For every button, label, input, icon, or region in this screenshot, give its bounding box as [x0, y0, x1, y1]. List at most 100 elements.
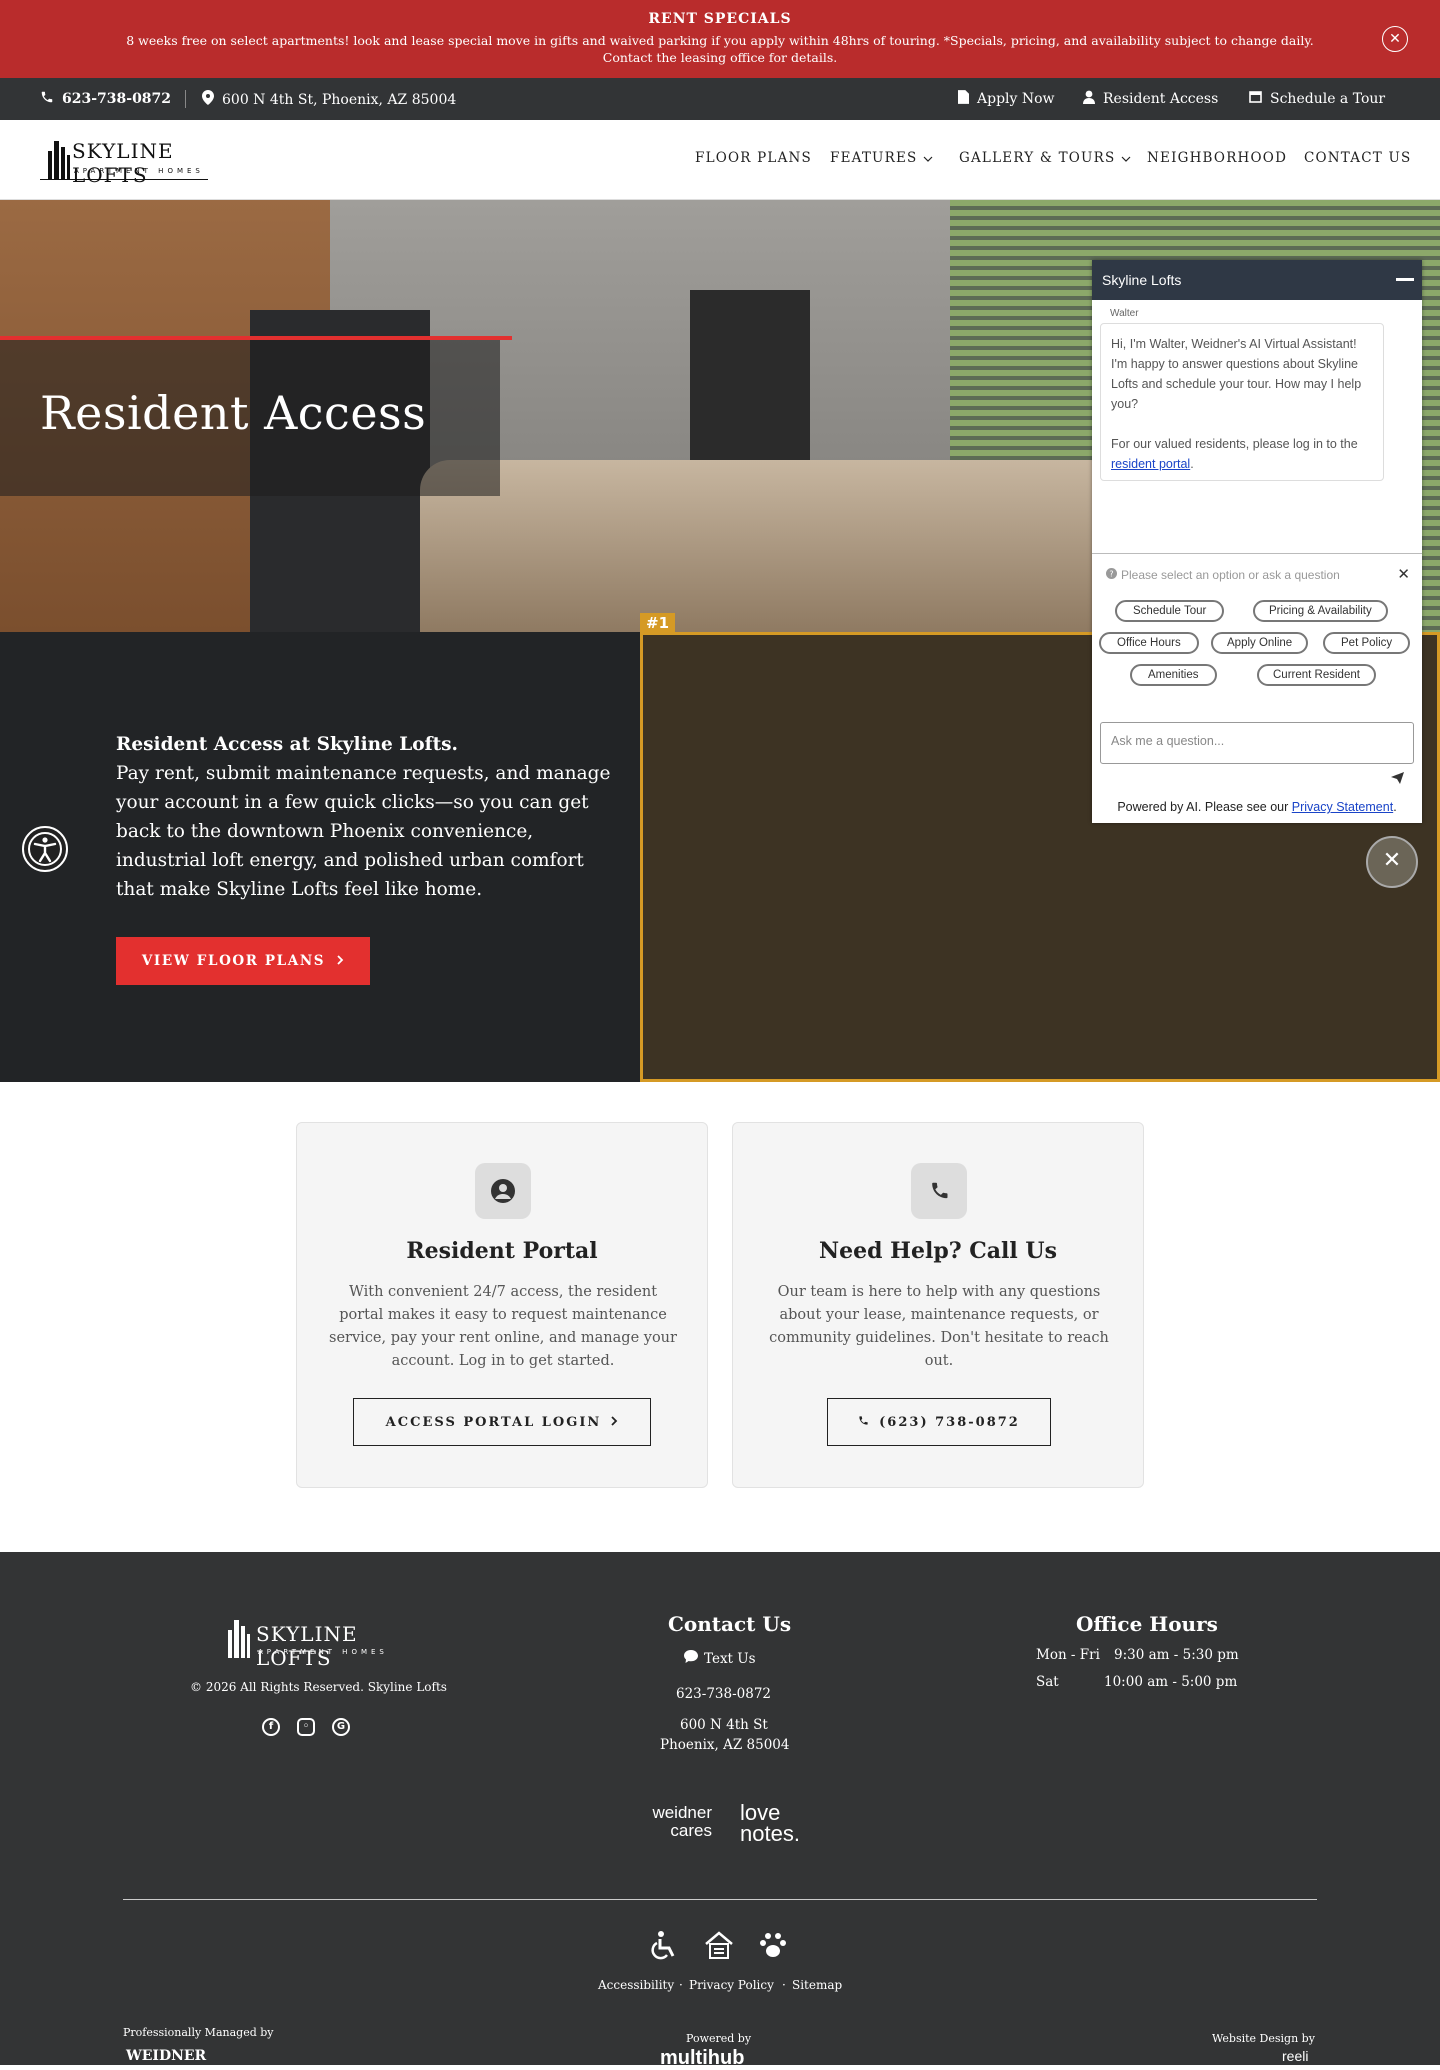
- chat-prompt: ? Please select an option or ask a quest…: [1106, 568, 1340, 582]
- location-pin-icon: [202, 90, 214, 109]
- chevron-right-icon: [337, 953, 344, 969]
- chevron-down-icon: [923, 150, 933, 166]
- footer-link-sitemap[interactable]: Sitemap: [792, 1978, 842, 1992]
- site-logo[interactable]: SKYLINE LOFTS APARTMENT HOMES: [40, 137, 210, 187]
- footer-address-1: 600 N 4th St: [680, 1717, 768, 1733]
- hero-photo-counter: [420, 460, 1120, 632]
- intro-text: Resident Access at Skyline Lofts. Pay re…: [116, 730, 626, 904]
- love-notes-badge[interactable]: love notes.: [740, 1802, 820, 1846]
- logo-name: SKYLINE LOFTS: [256, 1622, 358, 1670]
- instagram-icon[interactable]: ◦: [297, 1718, 315, 1736]
- hours-time: 10:00 am - 5:00 pm: [1104, 1674, 1238, 1690]
- nav-label: FEATURES: [830, 150, 918, 166]
- resident-access-link[interactable]: Resident Access: [1083, 90, 1218, 108]
- nav-features[interactable]: FEATURES: [830, 150, 933, 166]
- hours-title: Office Hours: [1076, 1612, 1218, 1636]
- hours-time: 9:30 am - 5:30 pm: [1114, 1647, 1239, 1663]
- chat-close-button[interactable]: ✕: [1366, 836, 1418, 888]
- close-icon[interactable]: ✕: [1382, 26, 1408, 52]
- nav-neighborhood[interactable]: NEIGHBORHOOD: [1147, 150, 1287, 166]
- button-label: (623) 738-0872: [879, 1414, 1020, 1430]
- apply-now-label: Apply Now: [977, 91, 1055, 107]
- access-portal-login-button[interactable]: ACCESS PORTAL LOGIN: [353, 1398, 651, 1446]
- google-icon[interactable]: G: [332, 1718, 350, 1736]
- phone-icon: [40, 90, 54, 108]
- chat-message: Hi, I'm Walter, Weidner's AI Virtual Ass…: [1100, 323, 1384, 481]
- option-apply-online[interactable]: Apply Online: [1211, 632, 1309, 654]
- promo-title: RENT SPECIALS: [648, 11, 792, 27]
- view-floor-plans-button[interactable]: VIEW FLOOR PLANS: [116, 937, 370, 985]
- nav-label: NEIGHBORHOOD: [1147, 150, 1288, 166]
- chat-header: Skyline Lofts: [1092, 260, 1422, 300]
- chevron-down-icon: [1121, 150, 1131, 166]
- card-body: Our team is here to help with any questi…: [769, 1284, 1109, 1369]
- reeli-logo[interactable]: reeli: [1282, 2048, 1308, 2064]
- card-body: With convenient 24/7 access, the residen…: [329, 1284, 677, 1369]
- nav-floor-plans[interactable]: FLOOR PLANS: [695, 150, 812, 166]
- footer-logo[interactable]: SKYLINE LOFTS APARTMENT HOMES: [212, 1618, 398, 1670]
- privacy-statement-link[interactable]: Privacy Statement: [1292, 800, 1393, 814]
- weidner-logo[interactable]: WEIDNER: [126, 2048, 206, 2064]
- call-us-card: Need Help? Call Us Our team is here to h…: [732, 1122, 1144, 1488]
- address-text: 600 N 4th St, Phoenix, AZ 85004: [222, 91, 457, 108]
- resident-portal-link[interactable]: resident portal: [1111, 457, 1190, 471]
- powered-text: Powered by AI. Please see our: [1117, 800, 1289, 814]
- facebook-icon[interactable]: f: [262, 1718, 280, 1736]
- accessibility-icon[interactable]: [22, 826, 68, 872]
- chat-widget: Skyline Lofts Walter Hi, I'm Walter, Wei…: [1092, 260, 1422, 823]
- nav-gallery-tours[interactable]: GALLERY & TOURS: [959, 150, 1131, 166]
- button-label: VIEW FLOOR PLANS: [141, 953, 326, 969]
- send-icon[interactable]: [1391, 772, 1404, 787]
- footer-link-privacy[interactable]: Privacy Policy: [689, 1978, 774, 1992]
- hours-day: Mon - Fri: [1036, 1647, 1100, 1663]
- help-icon: ?: [1106, 568, 1117, 582]
- intro-heading: Resident Access at Skyline Lofts.: [116, 734, 458, 755]
- chat-sender: Walter: [1110, 308, 1139, 319]
- card-title: Need Help? Call Us: [819, 1238, 1057, 1264]
- close-icon[interactable]: ✕: [1397, 565, 1410, 583]
- separator: ·: [782, 1978, 786, 1992]
- document-icon: [958, 90, 969, 108]
- intro-body: Pay rent, submit maintenance requests, a…: [116, 763, 611, 900]
- phone-link[interactable]: 623-738-0872: [40, 90, 171, 108]
- chat-divider: [1092, 553, 1422, 554]
- option-office-hours[interactable]: Office Hours: [1099, 632, 1199, 654]
- button-label: ACCESS PORTAL LOGIN: [385, 1414, 602, 1430]
- address-link[interactable]: 600 N 4th St, Phoenix, AZ 85004: [202, 90, 456, 109]
- resident-access-label: Resident Access: [1103, 91, 1219, 107]
- skyline-logo-mark: [48, 141, 70, 179]
- logo-underline: [40, 179, 208, 180]
- option-current-resident[interactable]: Current Resident: [1257, 664, 1376, 686]
- chat-title: Skyline Lofts: [1102, 272, 1182, 288]
- nav-contact-us[interactable]: CONTACT US: [1304, 150, 1411, 166]
- footer-phone[interactable]: 623-738-0872: [676, 1686, 771, 1702]
- nav-label: GALLERY & TOURS: [959, 150, 1116, 166]
- minimize-icon[interactable]: [1396, 278, 1414, 281]
- contact-title: Contact Us: [668, 1612, 792, 1636]
- chat-footer: Powered by AI. Please see our Privacy St…: [1117, 800, 1397, 814]
- pet-paw-icon: [758, 1930, 788, 1964]
- phone-icon: [911, 1163, 967, 1219]
- option-schedule-tour[interactable]: Schedule Tour: [1115, 600, 1225, 622]
- option-amenities[interactable]: Amenities: [1130, 664, 1217, 686]
- promo-body: 8 weeks free on select apartments! look …: [126, 33, 1314, 65]
- chat-input[interactable]: Ask me a question...: [1100, 722, 1414, 764]
- main-nav: SKYLINE LOFTS APARTMENT HOMES FLOOR PLAN…: [0, 120, 1440, 200]
- chat-message-text: Hi, I'm Walter, Weidner's AI Virtual Ass…: [1111, 337, 1362, 411]
- call-phone-button[interactable]: (623) 738-0872: [827, 1398, 1051, 1446]
- text-us-link[interactable]: Text Us: [684, 1650, 756, 1667]
- weidner-cares-badge[interactable]: weidner cares: [628, 1804, 712, 1844]
- logo-sub: APARTMENT HOMES: [74, 167, 204, 175]
- separator: ·: [679, 1978, 683, 1992]
- schedule-tour-link[interactable]: Schedule a Tour: [1249, 90, 1385, 107]
- apply-now-link[interactable]: Apply Now: [958, 90, 1055, 108]
- svg-text:?: ?: [1109, 570, 1113, 579]
- chat-bubble-icon: [684, 1650, 698, 1667]
- skyline-logo-mark: [228, 1620, 250, 1658]
- option-pet-policy[interactable]: Pet Policy: [1323, 632, 1411, 654]
- footer-link-accessibility[interactable]: Accessibility: [598, 1978, 674, 1992]
- multihub-logo[interactable]: multihub: [660, 2047, 744, 2070]
- footer-divider: [123, 1899, 1317, 1900]
- hours-day: Sat: [1036, 1674, 1059, 1690]
- option-pricing[interactable]: Pricing & Availability: [1253, 600, 1388, 622]
